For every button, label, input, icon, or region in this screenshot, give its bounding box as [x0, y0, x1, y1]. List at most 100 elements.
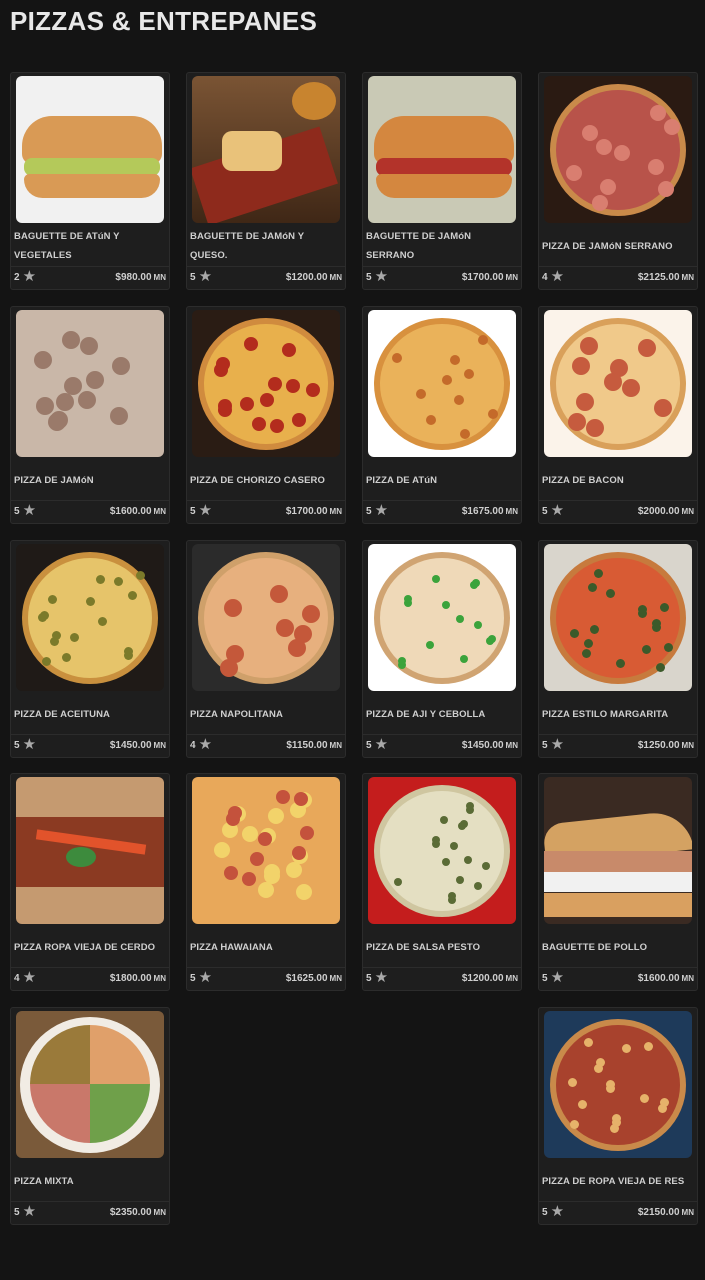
- product-rating: 5 ★: [542, 1204, 564, 1219]
- product-price: $1200.00 MN: [286, 272, 342, 283]
- price-value: $1200.00: [285, 272, 328, 283]
- product-name: BAGUETTE DE JAMóN SERRANO: [366, 231, 472, 261]
- currency-label: MN: [329, 507, 342, 516]
- product-meta: 5 ★ $2350.00 MN: [11, 1201, 169, 1224]
- currency-label: MN: [681, 741, 694, 750]
- currency-label: MN: [153, 1208, 166, 1217]
- product-card[interactable]: PIZZA DE SALSA PESTO 5 ★ $1200.00 MN: [362, 773, 522, 991]
- product-photo[interactable]: [192, 310, 340, 457]
- product-name: PIZZA DE JAMóN SERRANO: [542, 240, 673, 252]
- star-icon: ★: [22, 268, 37, 285]
- product-meta: 5 ★ $1600.00 MN: [539, 967, 697, 990]
- price-value: $2350.00: [109, 1207, 152, 1218]
- product-price: $1200.00 MN: [462, 973, 518, 984]
- product-price: $1150.00 MN: [286, 740, 342, 751]
- currency-label: MN: [153, 507, 166, 516]
- star-icon: ★: [550, 736, 565, 753]
- star-icon: ★: [374, 969, 389, 986]
- product-rating: 5 ★: [190, 268, 213, 285]
- product-rating: 5 ★: [190, 969, 213, 986]
- product-card[interactable]: PIZZA DE ATúN 5 ★ $1675.00 MN: [362, 306, 522, 524]
- rating-value: 4: [542, 271, 548, 283]
- product-card[interactable]: PIZZA HAWAIANA 5 ★ $1625.00 MN: [186, 773, 346, 991]
- product-photo[interactable]: [16, 1011, 164, 1158]
- star-icon: ★: [22, 502, 37, 519]
- product-card[interactable]: PIZZA MIXTA 5 ★ $2350.00 MN: [10, 1007, 170, 1225]
- product-meta: 5 ★ $1250.00 MN: [539, 734, 697, 757]
- product-card[interactable]: PIZZA DE ACEITUNA 5 ★ $1450.00 MN: [10, 540, 170, 758]
- currency-label: MN: [681, 974, 694, 983]
- rating-value: 5: [542, 505, 548, 517]
- price-value: $1150.00: [286, 740, 328, 751]
- product-card[interactable]: PIZZA DE ROPA VIEJA DE RES 5 ★ $2150.00 M…: [538, 1007, 698, 1225]
- product-photo[interactable]: [16, 310, 164, 457]
- product-photo[interactable]: [544, 777, 692, 924]
- product-price: $1450.00 MN: [110, 740, 166, 751]
- product-photo[interactable]: [368, 310, 516, 457]
- rating-value: 5: [366, 972, 372, 984]
- product-photo[interactable]: [192, 777, 340, 924]
- product-photo[interactable]: [192, 544, 340, 691]
- product-rating: 5 ★: [14, 736, 37, 753]
- star-icon: ★: [198, 502, 213, 519]
- product-photo[interactable]: [368, 544, 516, 691]
- product-card[interactable]: PIZZA NAPOLITANA 4 ★ $1150.00 MN: [186, 540, 346, 758]
- rating-value: 5: [542, 972, 548, 984]
- product-meta: 4 ★ $1150.00 MN: [187, 734, 345, 757]
- star-icon: ★: [198, 969, 213, 986]
- product-price: $1625.00 MN: [286, 973, 342, 984]
- star-icon: ★: [22, 736, 37, 753]
- product-rating: 4 ★: [542, 268, 565, 285]
- product-name: PIZZA DE CHORIZO CASERO: [190, 474, 325, 486]
- product-card[interactable]: PIZZA ESTILO MARGARITA 5 ★ $1250.00 MN: [538, 540, 698, 758]
- product-name: PIZZA HAWAIANA: [190, 941, 273, 953]
- product-card[interactable]: BAGUETTE DE POLLO 5 ★ $1600.00 MN: [538, 773, 698, 991]
- product-card[interactable]: BAGUETTE DE JAMóN SERRANO 5 ★ $1700.00 MN: [362, 72, 522, 290]
- currency-label: MN: [505, 507, 518, 516]
- currency-label: MN: [153, 741, 166, 750]
- product-card[interactable]: BAGUETTE DE ATúN Y VEGETALES 2 ★ $980.00…: [10, 72, 170, 290]
- product-name: PIZZA DE JAMóN: [14, 474, 94, 486]
- product-photo[interactable]: [16, 76, 164, 223]
- page-title: PIZZAS & ENTREPANES: [10, 6, 318, 36]
- price-value: $1450.00: [109, 740, 152, 751]
- product-meta: 5 ★ $1600.00 MN: [11, 500, 169, 523]
- product-name: BAGUETTE DE JAMóN Y QUESO.: [190, 231, 304, 261]
- product-card[interactable]: PIZZA DE JAMóN 5 ★ $1600.00 MN: [10, 306, 170, 524]
- product-photo[interactable]: [544, 1011, 692, 1158]
- product-photo[interactable]: [16, 544, 164, 691]
- product-rating: 5 ★: [366, 969, 389, 986]
- product-card[interactable]: PIZZA DE JAMóN SERRANO 4 ★ $2125.00 MN: [538, 72, 698, 290]
- product-rating: 5 ★: [190, 502, 213, 519]
- rating-value: 5: [14, 739, 20, 751]
- product-price: $1450.00 MN: [462, 740, 518, 751]
- product-price: $1800.00 MN: [110, 973, 166, 984]
- product-name: BAGUETTE DE POLLO: [542, 941, 648, 953]
- rating-value: 5: [14, 1206, 20, 1218]
- product-name: PIZZA DE SALSA PESTO: [366, 941, 481, 953]
- product-card[interactable]: PIZZA DE BACON 5 ★ $2000.00 MN: [538, 306, 698, 524]
- star-icon: ★: [374, 268, 389, 285]
- star-icon: ★: [550, 268, 565, 285]
- product-card[interactable]: PIZZA DE CHORIZO CASERO 5 ★ $1700.00 MN: [186, 306, 346, 524]
- product-photo[interactable]: [368, 777, 516, 924]
- product-photo[interactable]: [192, 76, 340, 223]
- product-card[interactable]: PIZZA ROPA VIEJA DE CERDO 4 ★ $1800.00 MN: [10, 773, 170, 991]
- product-card[interactable]: PIZZA DE AJI Y CEBOLLA 5 ★ $1450.00 MN: [362, 540, 522, 758]
- star-icon: ★: [22, 969, 37, 986]
- product-card[interactable]: BAGUETTE DE JAMóN Y QUESO. 5 ★ $1200.00 M…: [186, 72, 346, 290]
- product-name: PIZZA NAPOLITANA: [190, 708, 283, 720]
- product-photo[interactable]: [544, 310, 692, 457]
- currency-label: MN: [505, 741, 518, 750]
- product-photo[interactable]: [368, 76, 516, 223]
- price-value: $1200.00: [461, 973, 504, 984]
- product-photo[interactable]: [16, 777, 164, 924]
- menu-page: PIZZAS & ENTREPANES BAGUETTE DE ATúN Y V…: [0, 0, 705, 1280]
- star-icon: ★: [198, 268, 213, 285]
- product-photo[interactable]: [544, 76, 692, 223]
- product-price: $2150.00 MN: [638, 1207, 694, 1218]
- product-meta: 5 ★ $1700.00 MN: [363, 266, 521, 289]
- rating-value: 5: [190, 972, 196, 984]
- product-photo[interactable]: [544, 544, 692, 691]
- rating-value: 5: [14, 505, 20, 517]
